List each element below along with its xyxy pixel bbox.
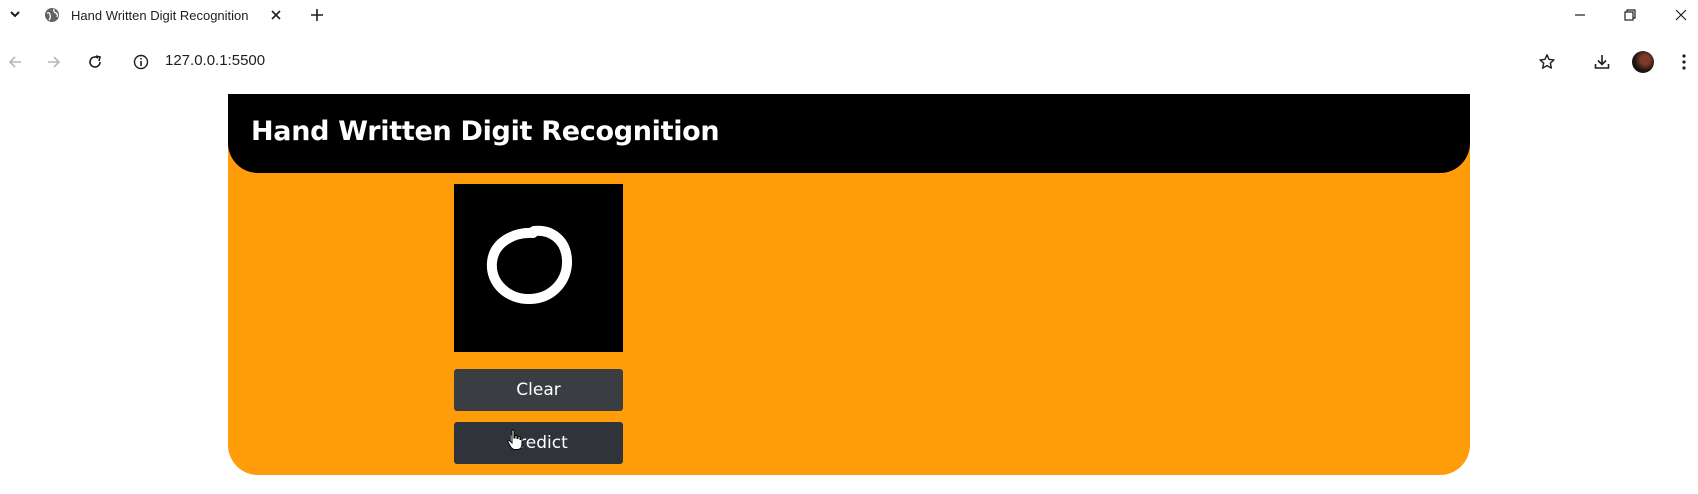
tab-search-button[interactable] — [4, 3, 26, 25]
address-bar[interactable]: 127.0.0.1:5500 — [165, 52, 265, 69]
close-icon — [271, 10, 281, 20]
new-tab-button[interactable] — [305, 3, 329, 27]
download-icon — [1594, 55, 1610, 69]
browser-tab[interactable]: Hand Written Digit Recognition — [38, 0, 292, 30]
reload-button[interactable] — [81, 48, 109, 76]
tab-bar: Hand Written Digit Recognition — [0, 0, 1698, 30]
hand-cursor-icon — [507, 429, 523, 450]
drawing-canvas[interactable] — [454, 184, 623, 352]
star-icon — [1539, 54, 1555, 69]
downloads-button[interactable] — [1588, 48, 1616, 76]
close-window-button[interactable] — [1658, 0, 1698, 30]
restore-button[interactable] — [1607, 0, 1653, 30]
minimize-button[interactable] — [1557, 0, 1603, 30]
info-icon — [133, 54, 149, 70]
profile-avatar[interactable] — [1632, 51, 1654, 73]
reload-icon — [89, 55, 101, 68]
tab-title: Hand Written Digit Recognition — [71, 7, 249, 23]
back-button[interactable] — [1, 48, 29, 76]
site-info-button[interactable] — [131, 52, 151, 72]
predict-button[interactable]: Predict — [454, 422, 623, 464]
forward-button[interactable] — [40, 48, 68, 76]
bookmark-button[interactable] — [1533, 48, 1561, 76]
app-header: Hand Written Digit Recognition — [228, 94, 1470, 173]
kebab-menu-icon — [1682, 54, 1686, 70]
arrow-left-icon — [8, 56, 21, 68]
drawn-digit — [486, 225, 572, 304]
tab-close-button[interactable] — [266, 5, 286, 25]
app-container: Hand Written Digit Recognition Clear Pre… — [228, 94, 1470, 475]
browser-toolbar: 127.0.0.1:5500 — [0, 30, 1698, 94]
browser-menu-button[interactable] — [1670, 48, 1698, 76]
minimize-icon — [1575, 14, 1585, 16]
globe-icon — [44, 7, 60, 23]
close-icon — [1675, 9, 1687, 21]
page-title: Hand Written Digit Recognition — [251, 116, 720, 147]
clear-button[interactable]: Clear — [454, 369, 623, 411]
plus-icon — [311, 9, 323, 21]
restore-icon — [1624, 9, 1636, 21]
chevron-down-icon — [10, 11, 20, 18]
arrow-right-icon — [48, 56, 61, 68]
